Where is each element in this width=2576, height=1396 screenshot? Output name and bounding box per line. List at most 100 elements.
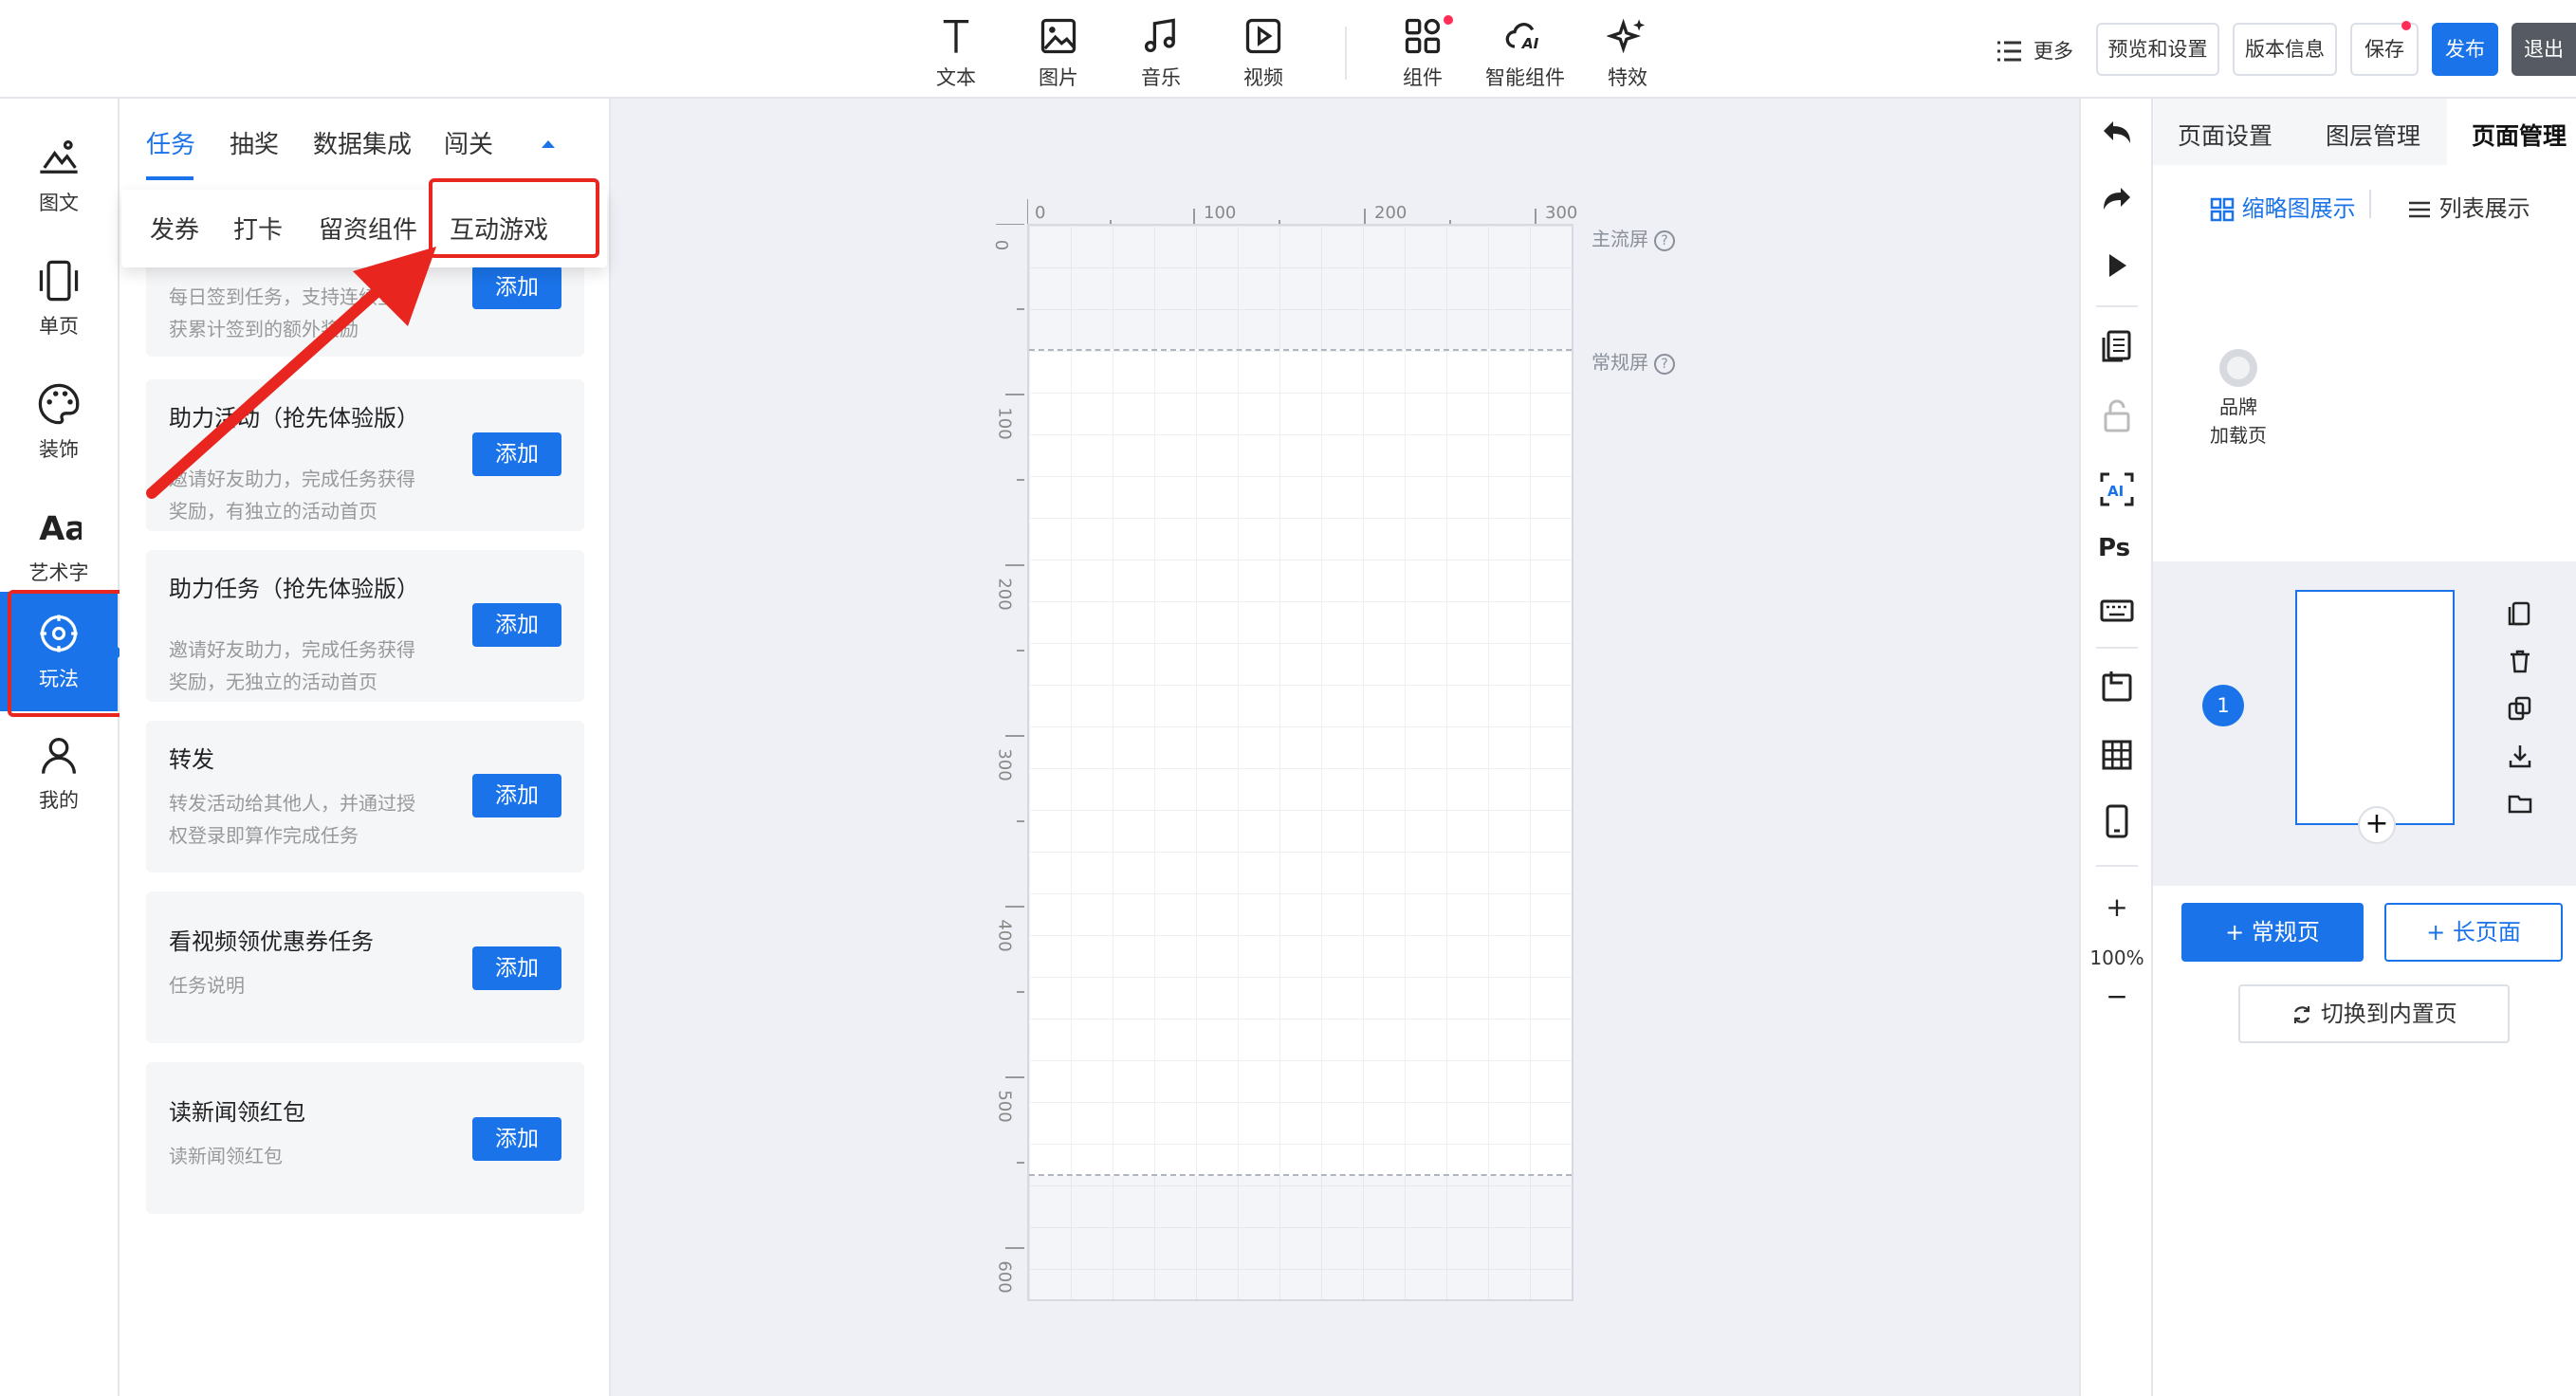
play-icon [2109, 254, 2126, 277]
svg-text:Aa: Aa [39, 510, 82, 548]
tab-layer-management[interactable]: 图层管理 [2326, 118, 2420, 152]
device-preview-button[interactable] [2098, 802, 2136, 840]
main-screen-label: 主流屏? [1592, 224, 1675, 251]
text-icon [943, 19, 969, 53]
keyboard-icon [2100, 599, 2134, 622]
zoom-level: 100% [2089, 946, 2144, 969]
copy-page-icon[interactable] [2506, 599, 2538, 632]
grid-icon [2102, 740, 2132, 770]
single-page-icon [39, 260, 79, 302]
refresh-icon [2294, 1006, 2310, 1023]
art-text-icon: Aa [39, 510, 82, 548]
page-number-badge: 1 [2202, 685, 2244, 726]
tab-lottery[interactable]: 抽奖 [230, 125, 279, 160]
widgets-tool[interactable]: 组件 [1375, 15, 1470, 91]
add-button[interactable]: 添加 [472, 774, 561, 817]
delete-icon[interactable] [2506, 647, 2538, 679]
duplicate-icon[interactable] [2506, 694, 2538, 726]
nav-item-decoration[interactable]: 装饰 [0, 362, 118, 482]
mobile-icon [2106, 804, 2128, 838]
image-icon [1040, 18, 1076, 54]
vertical-ruler: 0 100 200 300 400 500 600 [991, 223, 1024, 1305]
tab-data-integration[interactable]: 数据集成 [313, 125, 412, 160]
landscape-icon [40, 140, 78, 174]
widgets-icon [1405, 18, 1441, 54]
list-item: 读新闻领红包 读新闻领红包 添加 [146, 1062, 584, 1214]
zoom-out-button[interactable]: − [2081, 981, 2153, 1012]
more-button[interactable]: 更多 [1994, 34, 2079, 68]
keyboard-button[interactable] [2098, 592, 2136, 630]
add-button[interactable]: 添加 [472, 946, 561, 990]
play-button[interactable] [2098, 247, 2136, 285]
page-thumbnail[interactable] [2295, 590, 2455, 825]
add-button[interactable]: 添加 [472, 266, 561, 309]
exit-button[interactable]: 退出 [2512, 23, 2576, 76]
photoshop-import-button[interactable]: Ps [2098, 527, 2136, 565]
tab-page-management[interactable]: 页面管理 [2472, 118, 2567, 152]
sparkle-icon [1607, 18, 1646, 54]
image-tool[interactable]: 图片 [1011, 15, 1106, 91]
video-tool[interactable]: 视频 [1216, 15, 1311, 91]
music-tool[interactable]: 音乐 [1113, 15, 1208, 91]
publish-button[interactable]: 发布 [2432, 23, 2498, 76]
import-icon [2102, 671, 2132, 702]
zoom-in-button[interactable]: + [2081, 891, 2153, 923]
nav-item-single-page[interactable]: 单页 [0, 239, 118, 358]
nav-item-mine[interactable]: 我的 [0, 713, 118, 833]
brand-loading-page[interactable]: 品牌 加载页 [2200, 349, 2276, 450]
add-button[interactable]: 添加 [472, 1117, 561, 1161]
grid-view-icon [2210, 197, 2235, 222]
copy-icon [2102, 330, 2131, 362]
save-button[interactable]: 保存 [2350, 21, 2419, 76]
text-tool[interactable]: 文本 [909, 15, 1003, 91]
add-button[interactable]: 添加 [472, 603, 561, 647]
version-info-button[interactable]: 版本信息 [2233, 23, 2337, 76]
copy-page-button[interactable] [2098, 326, 2136, 364]
redo-icon [2104, 188, 2130, 210]
help-icon[interactable]: ? [1654, 353, 1675, 375]
preview-settings-button[interactable]: 预览和设置 [2096, 23, 2219, 76]
add-button[interactable]: 添加 [472, 432, 561, 476]
effects-tool[interactable]: 特效 [1580, 15, 1675, 91]
undo-icon [2104, 121, 2130, 143]
nav-item-art-text[interactable]: Aa 艺术字 [0, 486, 118, 605]
tab-levels[interactable]: 闯关 [444, 125, 493, 160]
download-icon[interactable] [2506, 742, 2538, 774]
user-icon [42, 738, 76, 774]
add-regular-page-button[interactable]: + 常规页 [2181, 903, 2364, 962]
nav-item-graphics[interactable]: 图文 [0, 116, 118, 235]
list-item: 转发 转发活动给其他人，并通过授权登录即算作完成任务 添加 [146, 721, 584, 872]
tab-task[interactable]: 任务 [146, 125, 195, 160]
add-long-page-button[interactable]: + 长页面 [2384, 903, 2563, 962]
lock-button[interactable] [2098, 396, 2136, 434]
right-panel: 页面设置 图层管理 页面管理 缩略图展示 列表展示 品牌 加载页 1 + + 常… [2153, 99, 2576, 1396]
ai-scan-icon: AI [2100, 472, 2134, 506]
thumbnail-view-toggle[interactable]: 缩略图展示 [2210, 190, 2356, 223]
annotation-arrow-icon [146, 247, 436, 499]
add-page-below-button[interactable]: + [2358, 806, 2396, 844]
tab-page-settings[interactable]: 页面设置 [2178, 118, 2272, 152]
phone-canvas[interactable] [1027, 224, 1573, 1301]
unlock-icon [2104, 399, 2130, 432]
help-icon[interactable]: ? [1654, 230, 1675, 251]
left-sidebar: 图文 单页 装饰 Aa 艺术字 玩法 我的 [0, 99, 123, 1396]
palette-icon [38, 383, 80, 425]
regular-screen-area[interactable] [1029, 349, 1572, 1176]
list-item: 助力任务（抢先体验版） 邀请好友助力，完成任务获得奖励，无独立的活动首页 添加 [146, 550, 584, 702]
ai-scan-button[interactable]: AI [2098, 470, 2136, 508]
list-view-toggle[interactable]: 列表展示 [2407, 190, 2530, 223]
highlight-box-gameplay [8, 590, 135, 717]
redo-button[interactable] [2098, 180, 2136, 218]
import-button[interactable] [2098, 668, 2136, 706]
unsaved-dot [2401, 21, 2411, 30]
list-item: 看视频领优惠券任务 任务说明 添加 [146, 891, 584, 1043]
collapse-caret-icon[interactable] [539, 135, 558, 154]
grid-toggle-button[interactable] [2098, 736, 2136, 774]
active-tab-indicator [146, 176, 193, 180]
ai-widgets-tool[interactable]: AI 智能组件 [1478, 15, 1573, 91]
notification-dot [1444, 15, 1453, 25]
undo-button[interactable] [2098, 114, 2136, 152]
video-icon [1245, 18, 1281, 54]
folder-icon[interactable] [2506, 789, 2538, 821]
switch-inner-page-button[interactable]: 切换到内置页 [2238, 984, 2510, 1043]
